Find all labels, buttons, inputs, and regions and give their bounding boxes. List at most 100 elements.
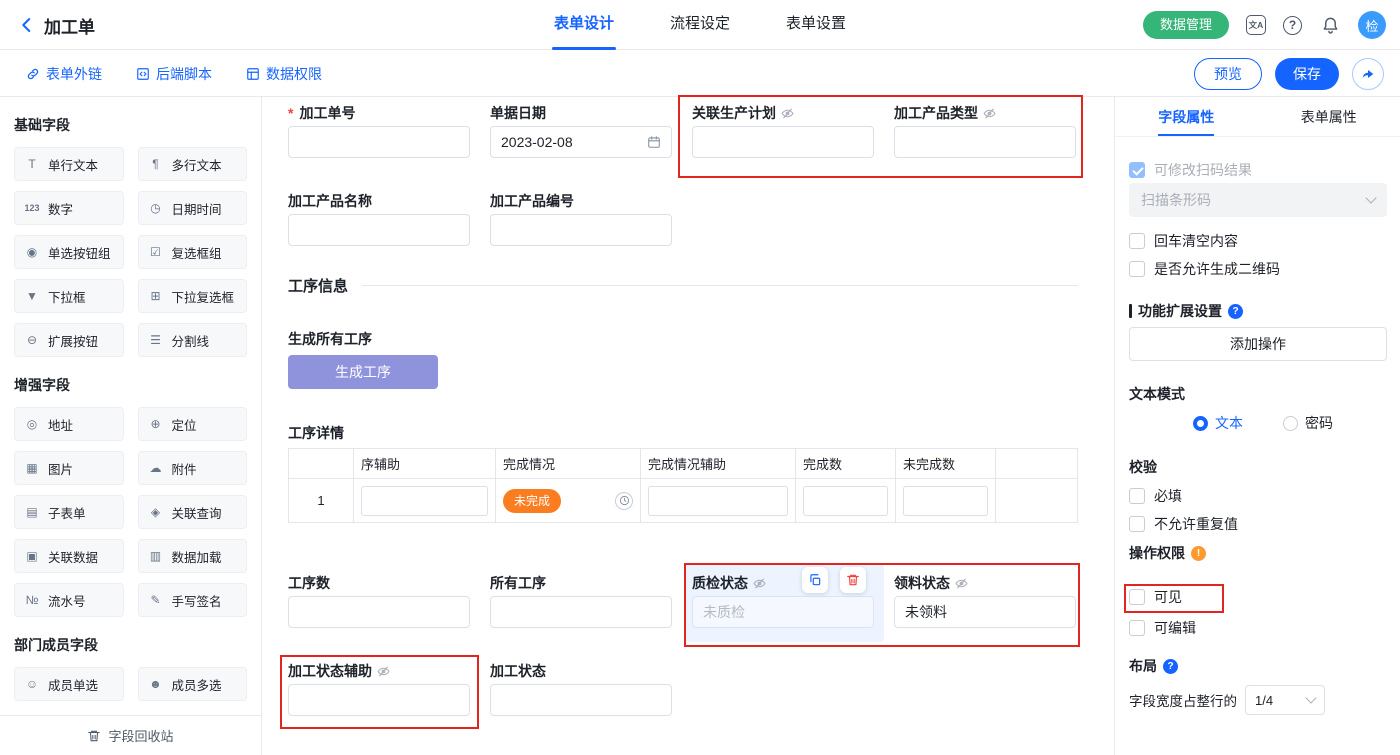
divider-title: 工序信息 [288, 275, 348, 296]
field-product-name[interactable]: 加工产品名称 [288, 191, 470, 246]
status-input[interactable] [490, 684, 672, 716]
table-header-undone-count: 未完成数 [896, 449, 996, 478]
add-action-button[interactable]: 添加操作 [1129, 327, 1387, 361]
qrcode-checkbox[interactable]: 是否允许生成二维码 [1129, 259, 1387, 279]
product-name-input[interactable] [288, 214, 470, 246]
sidebar-item-datetime[interactable]: ◷日期时间 [138, 191, 248, 225]
field-all-process[interactable]: 所有工序 [490, 573, 672, 628]
sidebar-item-multi-dropdown[interactable]: ⊞下拉复选框 [138, 279, 248, 313]
required-checkbox[interactable]: 必填 [1129, 486, 1387, 506]
completion-aux-cell-input[interactable] [648, 486, 788, 516]
avatar[interactable]: 检 [1358, 11, 1386, 39]
tab-form-design[interactable]: 表单设计 [526, 0, 642, 50]
field-status-aux[interactable]: 加工状态辅助 [288, 661, 470, 716]
save-button[interactable]: 保存 [1275, 58, 1339, 90]
field-doc-date[interactable]: 单据日期 2023-02-08 [490, 103, 672, 158]
copy-field-button[interactable] [802, 567, 828, 593]
backend-script-link[interactable]: 后端脚本 [136, 64, 212, 84]
form-external-link[interactable]: 表单外链 [26, 64, 102, 84]
divider-icon: ☰ [146, 333, 166, 347]
editable-checkbox[interactable]: 可编辑 [1129, 618, 1387, 638]
member-multi-icon: ☻ [146, 677, 166, 691]
no-duplicate-checkbox[interactable]: 不允许重复值 [1129, 514, 1387, 534]
sidebar-item-location[interactable]: ⊕定位 [138, 407, 248, 441]
enter-clear-checkbox[interactable]: 回车清空内容 [1129, 231, 1387, 251]
section-title-member-fields: 部门成员字段 [14, 635, 247, 655]
product-code-input[interactable] [490, 214, 672, 246]
tab-form-properties[interactable]: 表单属性 [1258, 97, 1400, 136]
production-plan-input[interactable] [692, 126, 874, 158]
sidebar-item-image[interactable]: ▦图片 [14, 451, 124, 485]
sidebar-item-linked-query[interactable]: ◈关联查询 [138, 495, 248, 529]
radio-password[interactable]: 密码 [1283, 413, 1333, 433]
field-order-no[interactable]: *加工单号 [288, 103, 470, 158]
required-label: 必填 [1154, 486, 1182, 506]
field-material-status[interactable]: 领料状态 未领料 [894, 573, 1076, 628]
generate-process-button[interactable]: 生成工序 [288, 355, 438, 389]
order-no-input[interactable] [288, 126, 470, 158]
modify-scan-checkbox[interactable]: 可修改扫码结果 [1129, 160, 1387, 180]
doc-date-input[interactable]: 2023-02-08 [490, 126, 672, 158]
undone-count-cell-input[interactable] [903, 486, 988, 516]
sidebar-item-dropdown[interactable]: ▼下拉框 [14, 279, 124, 313]
help-icon[interactable]: ? [1163, 659, 1178, 674]
section-divider-process-info: 工序信息 [288, 275, 1078, 296]
sidebar-item-member-multi[interactable]: ☻成员多选 [138, 667, 248, 701]
tab-flow-setting[interactable]: 流程设定 [642, 0, 758, 50]
notification-bell-icon[interactable] [1319, 14, 1341, 36]
aux-cell-input[interactable] [361, 486, 488, 516]
data-permission-link[interactable]: 数据权限 [246, 64, 322, 84]
status-clock-button[interactable] [615, 492, 633, 510]
top-bar: 加工单 表单设计 流程设定 表单设置 数据管理 文A ? 检 [0, 0, 1400, 50]
field-recycle-bin[interactable]: 字段回收站 [0, 715, 261, 755]
all-process-input[interactable] [490, 596, 672, 628]
chevron-down-icon [1365, 192, 1376, 203]
status-aux-input[interactable] [288, 684, 470, 716]
sidebar-item-member-single[interactable]: ☺成员单选 [14, 667, 124, 701]
help-icon[interactable]: ? [1283, 16, 1302, 35]
preview-button[interactable]: 预览 [1194, 58, 1262, 90]
sidebar-item-linked-data[interactable]: ▣关联数据 [14, 539, 124, 573]
sidebar-item-subform[interactable]: ▤子表单 [14, 495, 124, 529]
sidebar-item-address[interactable]: ◎地址 [14, 407, 124, 441]
eye-off-icon [955, 577, 968, 590]
sidebar-item-single-line-text[interactable]: T单行文本 [14, 147, 124, 181]
field-production-plan[interactable]: 关联生产计划 [692, 103, 874, 158]
field-status[interactable]: 加工状态 [490, 661, 672, 716]
table-header-completion-aux: 完成情况辅助 [641, 449, 796, 478]
sidebar-item-divider[interactable]: ☰分割线 [138, 323, 248, 357]
data-manage-button[interactable]: 数据管理 [1143, 11, 1229, 39]
product-type-input[interactable] [894, 126, 1076, 158]
visible-checkbox[interactable]: 可见 [1129, 587, 1387, 607]
sidebar-item-attachment[interactable]: ☁附件 [138, 451, 248, 485]
field-process-count[interactable]: 工序数 [288, 573, 470, 628]
tab-form-setting[interactable]: 表单设置 [758, 0, 874, 50]
process-count-input[interactable] [288, 596, 470, 628]
field-product-code[interactable]: 加工产品编号 [490, 191, 672, 246]
qc-status-input[interactable]: 未质检 [692, 596, 874, 628]
back-button[interactable] [16, 14, 38, 36]
sidebar-item-data-load[interactable]: ▥数据加载 [138, 539, 248, 573]
permission-icon [246, 67, 260, 81]
sidebar-item-extend-button[interactable]: ⊖扩展按钮 [14, 323, 124, 357]
sidebar-item-checkbox-group[interactable]: ☑复选框组 [138, 235, 248, 269]
share-button[interactable] [1352, 58, 1384, 90]
sidebar-item-serial-number[interactable]: №流水号 [14, 583, 124, 617]
field-width-select[interactable]: 1/4 [1245, 685, 1325, 715]
validation-title: 校验 [1129, 457, 1387, 477]
checkbox-icon [1129, 261, 1145, 277]
delete-field-button[interactable] [840, 567, 866, 593]
language-icon[interactable]: 文A [1246, 15, 1266, 35]
sidebar-item-signature[interactable]: ✎手写签名 [138, 583, 248, 617]
help-icon[interactable]: ? [1228, 304, 1243, 319]
field-product-type[interactable]: 加工产品类型 [894, 103, 1076, 158]
sidebar-item-number[interactable]: 123数字 [14, 191, 124, 225]
sidebar-item-multi-line-text[interactable]: ¶多行文本 [138, 147, 248, 181]
tab-field-properties[interactable]: 字段属性 [1115, 97, 1258, 136]
done-count-cell-input[interactable] [803, 486, 888, 516]
material-status-input[interactable]: 未领料 [894, 596, 1076, 628]
scan-type-select[interactable]: 扫描条形码 [1129, 183, 1387, 217]
field-label: 单据日期 [490, 103, 546, 123]
radio-text[interactable]: 文本 [1193, 413, 1243, 433]
sidebar-item-radio-group[interactable]: ◉单选按钮组 [14, 235, 124, 269]
